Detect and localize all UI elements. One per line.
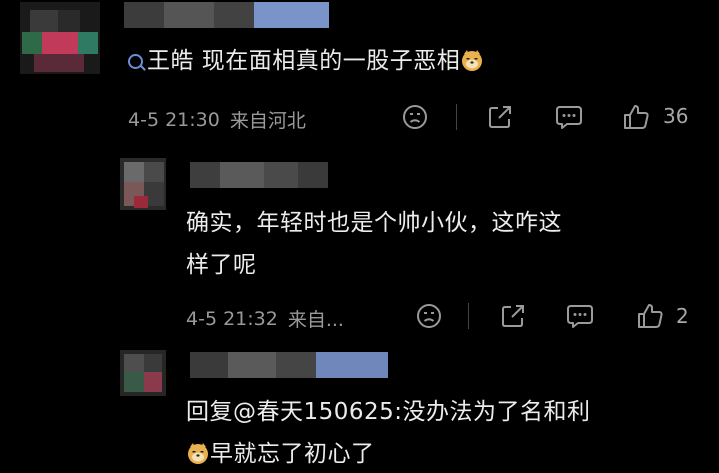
comment-icon[interactable] bbox=[566, 303, 594, 329]
timestamp: 4-5 21:30 bbox=[128, 108, 220, 131]
comment-content: 回复@春天150625:没办法为了名和利 早就忘了初心了 bbox=[186, 391, 591, 473]
search-icon[interactable] bbox=[128, 54, 143, 69]
comment-content: 王皓 现在面相真的一股子恶相 bbox=[128, 42, 484, 80]
avatar[interactable] bbox=[20, 2, 100, 74]
avatar[interactable] bbox=[120, 350, 166, 396]
doge-emoji-icon bbox=[188, 443, 208, 464]
avatar[interactable] bbox=[120, 158, 166, 210]
like-icon[interactable] bbox=[636, 302, 664, 330]
share-icon[interactable] bbox=[500, 303, 526, 329]
comment-content: 确实，年轻时也是个帅小伙，这咋这 样了呢 bbox=[186, 202, 562, 286]
timestamp: 4-5 21:32 bbox=[186, 307, 278, 330]
like-count: 36 bbox=[663, 104, 689, 128]
username[interactable] bbox=[190, 162, 328, 188]
comment-text: 王皓 现在面相真的一股子恶相 bbox=[147, 48, 461, 74]
username[interactable] bbox=[124, 2, 329, 28]
like-icon[interactable] bbox=[622, 103, 650, 131]
comment-text-line: 样了呢 bbox=[186, 252, 257, 278]
dislike-face-icon[interactable] bbox=[416, 303, 442, 329]
location: 来自河北 bbox=[229, 110, 306, 132]
location: 来自... bbox=[287, 309, 344, 331]
divider bbox=[456, 104, 457, 130]
comment-meta: 4-5 21:30 来自河北 bbox=[128, 106, 306, 133]
divider bbox=[468, 303, 469, 329]
doge-emoji-icon bbox=[462, 50, 483, 71]
comment-meta: 4-5 21:32 来自... bbox=[186, 305, 344, 332]
comment-icon[interactable] bbox=[555, 104, 583, 130]
dislike-face-icon[interactable] bbox=[402, 104, 428, 130]
share-icon[interactable] bbox=[487, 104, 513, 130]
comment-text-line: 确实，年轻时也是个帅小伙，这咋这 bbox=[186, 210, 562, 236]
comment-text-line: 回复@春天150625:没办法为了名和利 bbox=[186, 399, 591, 425]
like-count: 2 bbox=[676, 304, 689, 328]
comment-text-line: 早就忘了初心了 bbox=[210, 441, 375, 467]
username[interactable] bbox=[190, 352, 388, 378]
